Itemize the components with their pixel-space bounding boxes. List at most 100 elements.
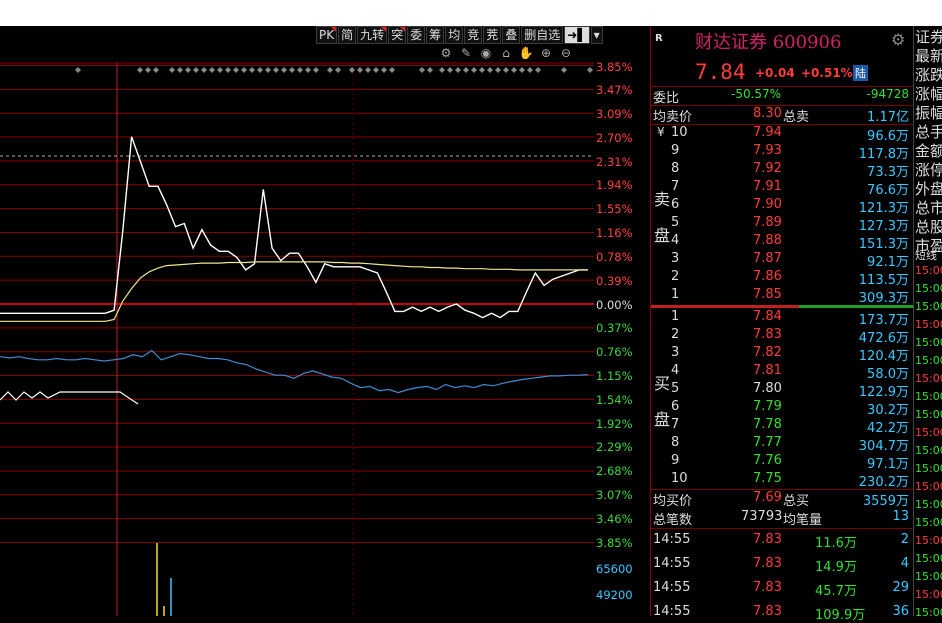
lock-icon[interactable]: ⌂ <box>496 46 516 60</box>
sell-level-number: 5 <box>671 215 680 230</box>
sell-level-price: 7.89 <box>753 215 782 230</box>
avg-sell-label: 均卖价 <box>653 110 693 125</box>
avg-buy-price: 7.69 <box>753 490 782 505</box>
event-marker <box>75 67 81 73</box>
event-marker <box>185 67 191 73</box>
detail-label: 涨幅 <box>915 85 942 103</box>
jiuzhuan-button[interactable]: 九转 <box>357 26 388 44</box>
price-row: 7.84 +0.04 +0.51% 陆 <box>651 60 913 84</box>
event-marker <box>209 67 215 73</box>
price-line <box>0 136 588 319</box>
detail-label: 振幅 <box>915 104 942 122</box>
stack-button[interactable]: 叠 <box>502 26 521 44</box>
average-line <box>0 261 588 322</box>
buy-level-price: 7.76 <box>753 453 782 468</box>
buy-level-row[interactable]: 1 7.84 173.7万 <box>651 309 913 328</box>
event-marker <box>419 67 425 73</box>
short-term-time: 15:00 <box>915 570 942 583</box>
buy-level-row[interactable]: 9 7.76 97.1万 <box>651 453 913 472</box>
sell-level-row[interactable]: 6 7.90 121.3万 <box>651 197 913 216</box>
short-term-time: 15:00 <box>915 588 942 601</box>
buy-level-number: 7 <box>671 417 680 432</box>
buy-level-row[interactable]: 10 7.75 230.2万 <box>651 471 913 490</box>
tick-count: 2 <box>900 532 909 547</box>
pen-icon[interactable]: ✎ <box>456 46 476 60</box>
short-term-time: 15:00 <box>915 318 942 331</box>
event-marker <box>503 67 509 73</box>
breakout-button[interactable]: 突 <box>388 26 407 44</box>
sell-level-price: 7.85 <box>753 287 782 302</box>
zoom-out-icon[interactable]: ⊖ <box>556 46 576 60</box>
hand-icon[interactable]: ✋ <box>516 46 536 60</box>
buy-level-row[interactable]: 7 7.78 42.2万 <box>651 417 913 436</box>
pct-up-label: 2.70% <box>596 131 633 145</box>
chips-button[interactable]: 筹 <box>426 26 445 44</box>
avg-lot-value: 13 <box>892 509 909 524</box>
total-buy-label: 总买 <box>783 494 810 509</box>
event-marker <box>463 67 469 73</box>
pct-down-label: 3.07% <box>596 488 633 502</box>
index-line <box>0 349 589 394</box>
tick-time: 14:55 <box>653 532 691 547</box>
tick-time: 14:55 <box>653 580 691 595</box>
sell-level-price: 7.94 <box>753 125 782 140</box>
pk-button[interactable]: PK <box>316 26 338 44</box>
pct-up-label: 3.85% <box>596 60 633 74</box>
pct-down-label: 1.15% <box>596 369 633 383</box>
event-marker <box>487 67 493 73</box>
event-marker <box>265 67 271 73</box>
sell-level-row[interactable]: 4 7.88 151.3万 <box>651 233 913 252</box>
buy-level-price: 7.81 <box>753 363 782 378</box>
detail-label: 最新 <box>915 47 942 65</box>
buy-level-row[interactable]: 8 7.77 304.7万 <box>651 435 913 454</box>
simple-button[interactable]: 简 <box>338 26 357 44</box>
window-top-strip <box>0 0 942 26</box>
buy-level-row[interactable]: 3 7.82 120.4万 <box>651 345 913 364</box>
intraday-chart[interactable]: PK 简 九转 突 委 筹 均 竞 茺 叠 删自选 ➜▌ ▾ ⚙ ✎ ◉ ⌂ ✋… <box>0 26 650 616</box>
buy-level-row[interactable]: 5 7.80 122.9万 <box>651 381 913 400</box>
sell-level-row[interactable]: 2 7.86 113.5万 <box>651 269 913 288</box>
collapse-arrow-icon[interactable]: ➜▌ <box>564 26 590 44</box>
sell-level-row[interactable]: 8 7.92 73.3万 <box>651 161 913 180</box>
short-term-time: 15:00 <box>915 516 942 529</box>
sell-level-row[interactable]: 5 7.89 127.3万 <box>651 215 913 234</box>
remove-watchlist-button[interactable]: 删自选 <box>521 26 564 44</box>
chart-toolbar: PK 简 九转 突 委 筹 均 竞 茺 叠 删自选 ➜▌ ▾ <box>316 26 604 44</box>
stock-header: R 财达证券 600906 ⚙ <box>651 28 913 54</box>
buy-level-price: 7.84 <box>753 309 782 324</box>
zoom-in-icon[interactable]: ⊕ <box>536 46 556 60</box>
total-sell-label: 总卖 <box>783 110 810 125</box>
order-ratio-row: 委比 -50.57% -94728 <box>651 87 913 106</box>
sell-level-row[interactable]: 7 7.91 76.6万 <box>651 179 913 198</box>
buy-level-row[interactable]: 6 7.79 30.2万 <box>651 399 913 418</box>
event-marker <box>495 67 501 73</box>
detail-label: 外盘 <box>915 180 942 198</box>
chart-canvas[interactable] <box>0 26 594 616</box>
overlay-button[interactable]: 茺 <box>483 26 502 44</box>
sell-level-row[interactable]: 1 7.85 309.3万 <box>651 287 913 306</box>
detail-label: 证券 <box>915 28 942 46</box>
average-button[interactable]: 均 <box>445 26 464 44</box>
auction-button[interactable]: 竞 <box>464 26 483 44</box>
buy-level-number: 3 <box>671 345 680 360</box>
buy-level-number: 2 <box>671 327 680 342</box>
tick-time: 14:55 <box>653 556 691 571</box>
detail-label: 总市 <box>915 199 942 217</box>
gear-icon[interactable]: ⚙ <box>891 30 905 49</box>
sell-level-row[interactable]: 3 7.87 92.1万 <box>651 251 913 270</box>
sell-level-row[interactable]: 10 7.94 96.6万 <box>651 125 913 144</box>
eye-icon[interactable]: ◉ <box>476 46 496 60</box>
sell-level-number: 1 <box>671 287 680 302</box>
volume-axis-label: 49200 <box>596 588 633 602</box>
buy-level-row[interactable]: 4 7.81 58.0万 <box>651 363 913 382</box>
event-marker <box>439 67 445 73</box>
sell-level-row[interactable]: 9 7.93 117.8万 <box>651 143 913 162</box>
tick-count: 36 <box>892 604 909 619</box>
pct-up-label: 3.47% <box>596 83 633 97</box>
market-tag[interactable]: 陆 <box>853 65 868 81</box>
buy-level-row[interactable]: 2 7.83 472.6万 <box>651 327 913 346</box>
tick-row: 14:55 7.83 109.9万 36 <box>651 604 913 623</box>
event-marker <box>137 67 143 73</box>
settings-icon[interactable]: ⚙ <box>436 46 456 60</box>
order-button[interactable]: 委 <box>407 26 426 44</box>
